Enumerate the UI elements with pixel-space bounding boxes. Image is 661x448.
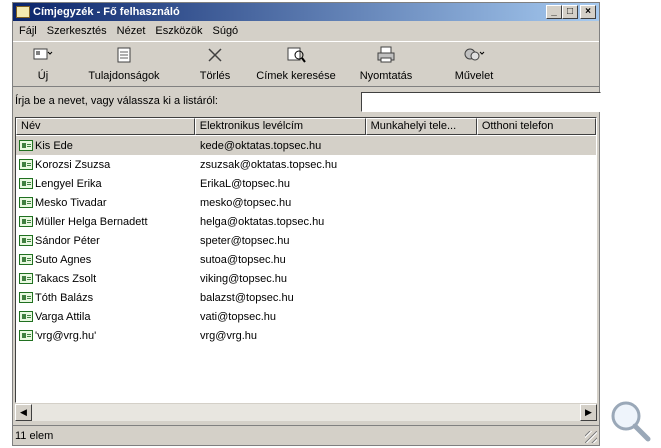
contact-name: Tóth Balázs <box>35 291 94 304</box>
column-header-email[interactable]: Elektronikus levélcím <box>194 118 366 135</box>
contact-email: sutoa@topsec.hu <box>200 253 286 266</box>
contact-name-cell: Lengyel Erika <box>16 178 196 190</box>
contact-card-icon <box>19 216 33 227</box>
contact-card-icon <box>19 330 33 341</box>
list-header: Név Elektronikus levélcím Munkahelyi tel… <box>16 118 596 135</box>
menu-tools[interactable]: Eszközök <box>151 25 208 37</box>
contact-name-cell: Kis Ede <box>16 140 196 152</box>
contact-row[interactable]: Mesko Tivadar mesko@topsec.hu <box>16 193 596 212</box>
menu-view[interactable]: Nézet <box>113 25 152 37</box>
properties-button[interactable]: Tulajdonságok <box>65 42 183 86</box>
contact-list[interactable]: Név Elektronikus levélcím Munkahelyi tel… <box>15 117 597 403</box>
scroll-right-icon[interactable]: ▶ <box>580 404 597 421</box>
menu-edit[interactable]: Szerkesztés <box>43 25 113 37</box>
find-label: Írja be a nevet, vagy válassza ki a list… <box>15 95 218 107</box>
delete-button[interactable]: Törlés <box>183 42 247 86</box>
close-button[interactable]: × <box>580 5 596 19</box>
action-button[interactable]: Művelet <box>427 42 521 86</box>
contact-name: Korozsi Zsuzsa <box>35 158 111 171</box>
contact-name-cell: Tóth Balázs <box>16 292 196 304</box>
contact-name: Takacs Zsolt <box>35 272 97 285</box>
menu-file[interactable]: Fájl <box>15 25 43 37</box>
contact-card-icon <box>19 273 33 284</box>
properties-icon <box>113 45 135 65</box>
minimize-button[interactable]: _ <box>546 5 562 19</box>
contact-row[interactable]: 'vrg@vrg.hu' vrg@vrg.hu <box>16 326 596 345</box>
menu-help[interactable]: Súgó <box>208 25 244 37</box>
contact-email: mesko@topsec.hu <box>200 196 292 209</box>
contact-email: ErikaL@topsec.hu <box>200 177 291 190</box>
find-input[interactable] <box>361 92 601 112</box>
contact-name-cell: Korozsi Zsuzsa <box>16 159 196 171</box>
contact-card-icon <box>19 159 33 170</box>
delete-icon <box>204 45 226 65</box>
new-contact-icon <box>32 45 54 65</box>
contact-email: viking@topsec.hu <box>200 272 287 285</box>
find-people-icon <box>285 45 307 65</box>
new-button[interactable]: Új <box>21 42 65 86</box>
contact-card-icon <box>19 311 33 322</box>
find-row: Írja be a nevet, vagy válassza ki a list… <box>15 91 601 115</box>
column-header-name[interactable]: Név <box>16 118 195 135</box>
address-book-icon <box>16 6 30 18</box>
find-people-button[interactable]: Címek keresése <box>247 42 345 86</box>
contact-email: balazst@topsec.hu <box>200 291 294 304</box>
contact-name-cell: Müller Helga Bernadett <box>16 216 196 228</box>
window-controls: _ □ × <box>546 5 596 19</box>
print-icon <box>375 45 397 65</box>
status-bar: 11 elem <box>13 425 599 445</box>
contact-row[interactable]: Varga Attila vati@topsec.hu <box>16 307 596 326</box>
address-book-window: Címjegyzék - Fő felhasználó _ □ × Fájl S… <box>12 2 601 446</box>
contact-name-cell: 'vrg@vrg.hu' <box>16 330 196 342</box>
toolbar: Új Tulajdonságok Törlés Címek keresése N… <box>13 41 599 87</box>
maximize-button[interactable]: □ <box>562 5 578 19</box>
contact-email: helga@oktatas.topsec.hu <box>200 215 325 228</box>
contact-email: zsuzsak@oktatas.topsec.hu <box>200 158 338 171</box>
print-button[interactable]: Nyomtatás <box>345 42 427 86</box>
contact-card-icon <box>19 197 33 208</box>
contact-name: Mesko Tivadar <box>35 196 107 209</box>
contact-email: vati@topsec.hu <box>200 310 276 323</box>
contact-name-cell: Sándor Péter <box>16 235 196 247</box>
contact-row[interactable]: Kis Ede kede@oktatas.topsec.hu <box>16 136 596 155</box>
contact-rows: Kis Ede kede@oktatas.topsec.hu Korozsi Zsu… <box>16 136 596 345</box>
title-bar[interactable]: Címjegyzék - Fő felhasználó _ □ × <box>13 3 599 21</box>
contact-card-icon <box>19 178 33 189</box>
contact-name: Müller Helga Bernadett <box>35 215 148 228</box>
contact-card-icon <box>19 235 33 246</box>
contact-email: vrg@vrg.hu <box>200 329 258 342</box>
contact-name: Suto Agnes <box>35 253 92 266</box>
contact-name-cell: Varga Attila <box>16 311 196 323</box>
contact-name: Varga Attila <box>35 310 91 323</box>
contact-row[interactable]: Takacs Zsolt viking@topsec.hu <box>16 269 596 288</box>
contact-name: Kis Ede <box>35 139 73 152</box>
contact-row[interactable]: Sándor Péter speter@topsec.hu <box>16 231 596 250</box>
column-header-home-phone[interactable]: Otthoni telefon <box>476 118 596 135</box>
contact-card-icon <box>19 140 33 151</box>
contact-row[interactable]: Suto Agnes sutoa@topsec.hu <box>16 250 596 269</box>
column-header-work-phone[interactable]: Munkahelyi tele... <box>365 118 477 135</box>
contact-name: Lengyel Erika <box>35 177 102 190</box>
resize-grip-icon[interactable] <box>585 431 597 443</box>
horizontal-scrollbar[interactable]: ◀ ▶ <box>15 404 597 421</box>
contact-name: Sándor Péter <box>35 234 100 247</box>
magnifier-icon[interactable] <box>608 398 652 442</box>
status-text: 11 elem <box>15 429 54 442</box>
contact-name-cell: Takacs Zsolt <box>16 273 196 285</box>
scroll-left-icon[interactable]: ◀ <box>15 404 32 421</box>
contact-row[interactable]: Korozsi Zsuzsa zsuzsak@oktatas.topsec.hu <box>16 155 596 174</box>
action-icon <box>463 45 485 65</box>
contact-name-cell: Mesko Tivadar <box>16 197 196 209</box>
contact-row[interactable]: Lengyel Erika ErikaL@topsec.hu <box>16 174 596 193</box>
contact-email: speter@topsec.hu <box>200 234 290 247</box>
contact-name: 'vrg@vrg.hu' <box>35 329 97 342</box>
window-title: Címjegyzék - Fő felhasználó <box>33 6 180 18</box>
contact-row[interactable]: Müller Helga Bernadett helga@oktatas.tops… <box>16 212 596 231</box>
contact-email: kede@oktatas.topsec.hu <box>200 139 322 152</box>
contact-card-icon <box>19 254 33 265</box>
contact-name-cell: Suto Agnes <box>16 254 196 266</box>
contact-row[interactable]: Tóth Balázs balazst@topsec.hu <box>16 288 596 307</box>
menu-bar: Fájl Szerkesztés Nézet Eszközök Súgó <box>13 22 599 40</box>
contact-card-icon <box>19 292 33 303</box>
